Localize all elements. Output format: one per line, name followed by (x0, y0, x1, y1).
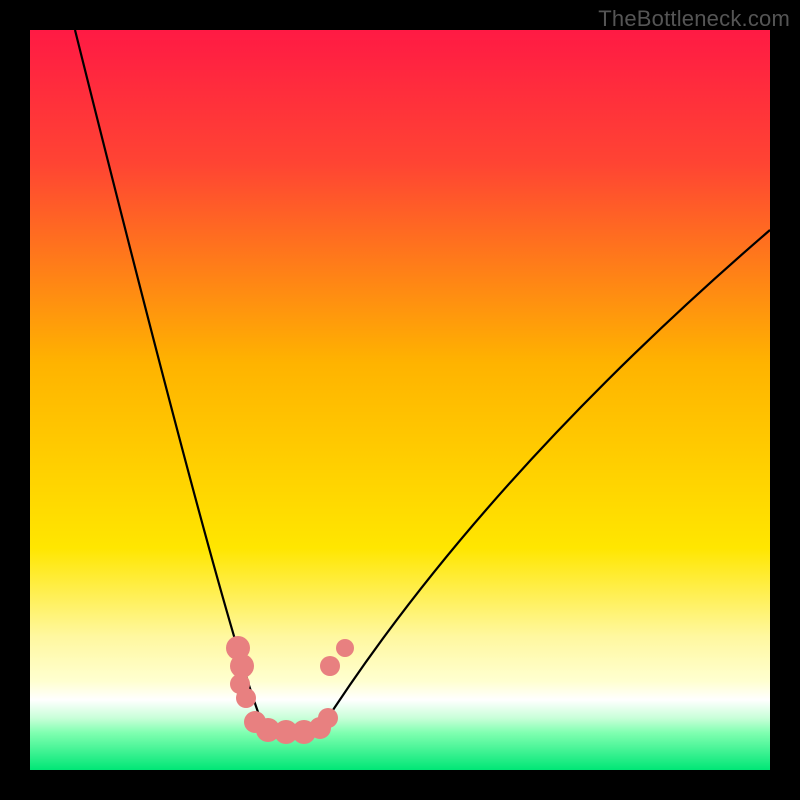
watermark-text: TheBottleneck.com (598, 6, 790, 32)
right-cluster-point (336, 639, 354, 657)
left-cluster-point (236, 688, 256, 708)
bottom-cluster-point (318, 708, 338, 728)
right-cluster-point (320, 656, 340, 676)
bottleneck-chart (30, 30, 770, 770)
chart-frame (30, 30, 770, 770)
gradient-background (30, 30, 770, 770)
